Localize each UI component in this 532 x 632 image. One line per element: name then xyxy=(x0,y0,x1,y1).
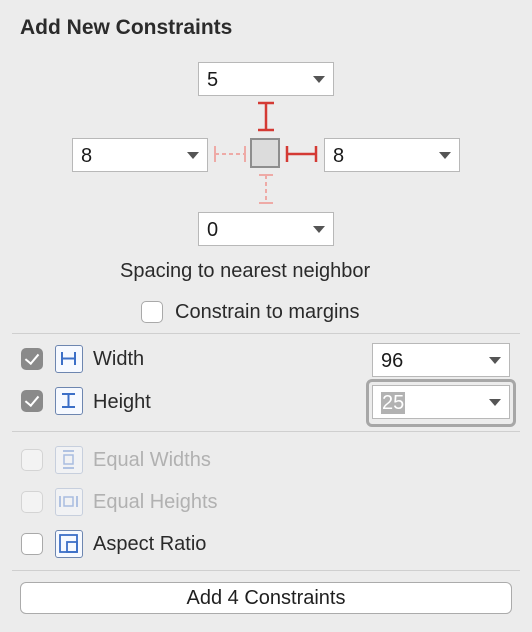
left-strut-icon[interactable] xyxy=(212,142,248,166)
section-divider xyxy=(12,431,520,432)
section-divider xyxy=(12,570,520,571)
width-checkbox[interactable] xyxy=(21,348,43,370)
chevron-down-icon[interactable] xyxy=(489,357,501,364)
constrain-to-margins-checkbox[interactable] xyxy=(141,301,163,323)
left-spacing-combo[interactable]: 8 xyxy=(72,138,208,172)
bottom-spacing-combo[interactable]: 0 xyxy=(198,212,334,246)
left-spacing-value[interactable]: 8 xyxy=(81,145,92,168)
height-value-selection[interactable]: 25 xyxy=(381,392,406,414)
equal-widths-label: Equal Widths xyxy=(93,449,211,471)
bottom-spacing-value[interactable]: 0 xyxy=(207,219,218,242)
bottom-strut-icon[interactable] xyxy=(256,172,276,208)
chevron-down-icon[interactable] xyxy=(439,152,451,159)
height-constraint-icon xyxy=(55,387,83,415)
chevron-down-icon[interactable] xyxy=(313,76,325,83)
equal-widths-checkbox xyxy=(21,449,43,471)
constrain-to-margins-label[interactable]: Constrain to margins xyxy=(175,301,360,324)
chevron-down-icon[interactable] xyxy=(489,399,501,406)
equal-heights-checkbox xyxy=(21,491,43,513)
equal-heights-label: Equal Heights xyxy=(93,491,218,513)
chevron-down-icon[interactable] xyxy=(187,152,199,159)
panel-title: Add New Constraints xyxy=(20,16,233,39)
selected-view-box xyxy=(250,138,280,168)
right-spacing-combo[interactable]: 8 xyxy=(324,138,460,172)
section-divider xyxy=(12,333,520,334)
width-label: Width xyxy=(93,348,145,370)
height-label: Height xyxy=(93,391,151,413)
add-constraints-button[interactable]: Add 4 Constraints xyxy=(20,582,512,614)
chevron-down-icon[interactable] xyxy=(313,226,325,233)
top-spacing-combo[interactable]: 5 xyxy=(198,62,334,96)
height-checkbox[interactable] xyxy=(21,390,43,412)
top-strut-icon[interactable] xyxy=(254,100,278,134)
right-strut-icon[interactable] xyxy=(284,142,320,166)
equal-widths-icon xyxy=(55,446,83,474)
equal-heights-icon xyxy=(55,488,83,516)
height-value[interactable]: 25 xyxy=(381,392,406,415)
width-value-combo[interactable]: 96 xyxy=(372,343,510,377)
width-constraint-icon xyxy=(55,345,83,373)
right-spacing-value[interactable]: 8 xyxy=(333,145,344,168)
aspect-ratio-icon xyxy=(55,530,83,558)
height-value-combo[interactable]: 25 xyxy=(372,385,510,419)
width-value[interactable]: 96 xyxy=(381,350,403,373)
top-spacing-value[interactable]: 5 xyxy=(207,69,218,92)
aspect-ratio-label: Aspect Ratio xyxy=(93,533,207,555)
spacing-caption: Spacing to nearest neighbor xyxy=(120,260,371,282)
aspect-ratio-checkbox[interactable] xyxy=(21,533,43,555)
